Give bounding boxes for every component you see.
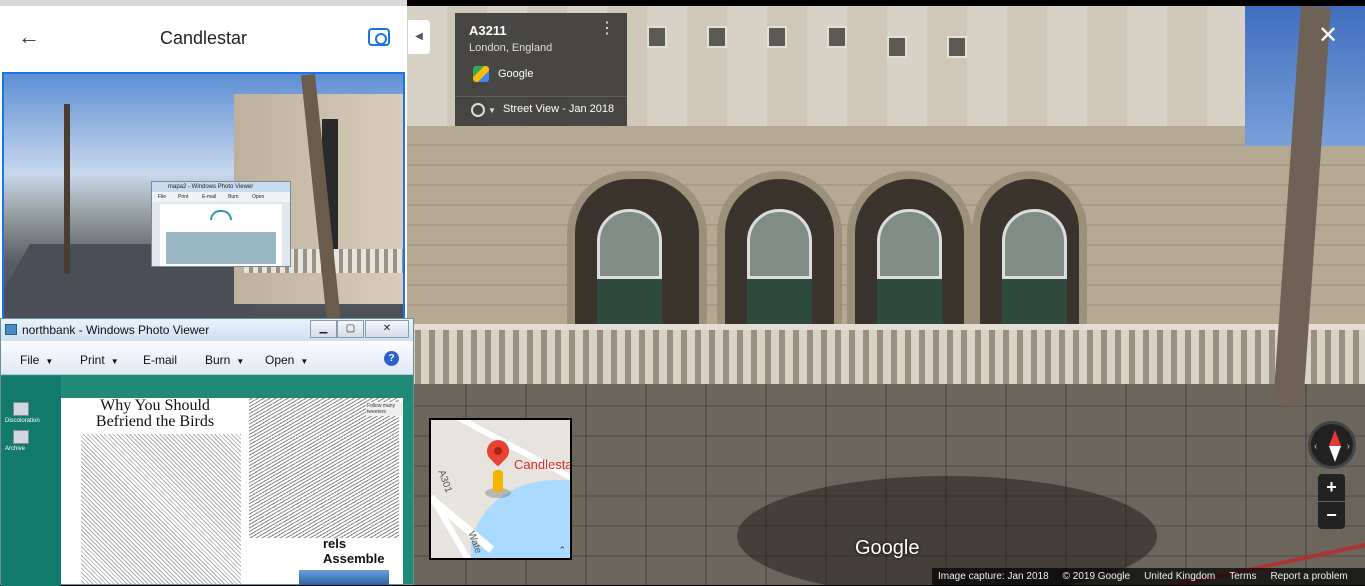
window: [647, 26, 667, 48]
image-caption: rels Assemble: [323, 536, 385, 566]
google-watermark: Google: [855, 537, 920, 559]
menu-open[interactable]: Open ▼: [265, 353, 308, 367]
image-capture-text: Image capture: Jan 2018: [938, 571, 1049, 582]
dropdown-caret-icon[interactable]: ▼: [488, 106, 496, 115]
map-image: [166, 232, 276, 264]
report-problem-link[interactable]: Report a problem: [1270, 571, 1347, 582]
image-heading: Why You Should Befriend the Birds: [95, 398, 215, 430]
map-pin-icon: [482, 435, 514, 467]
image-tag: Follow many tweeters: [366, 402, 403, 416]
nested-photo-viewer[interactable]: mapa2 - Windows Photo Viewer File Print …: [151, 181, 291, 267]
road-label: A301: [435, 468, 454, 495]
panel-title: Candlestar: [159, 28, 248, 48]
arch: [972, 171, 1087, 341]
nested-window-title: mapa2 - Windows Photo Viewer: [152, 182, 290, 192]
camera-plus-icon[interactable]: [368, 28, 390, 46]
etching-illustration: [249, 398, 399, 538]
zoom-out-button[interactable]: −: [1318, 502, 1345, 529]
photo-viewer-app-icon: [5, 324, 17, 335]
window: [947, 36, 967, 58]
location-info-card: A3211 London, England ⋮ Google ▼ Street …: [455, 13, 627, 126]
minimize-button[interactable]: ▁: [310, 320, 337, 338]
window: [827, 26, 847, 48]
collapse-panel-button[interactable]: ◀: [408, 20, 430, 54]
menu-burn[interactable]: Burn ▼: [205, 353, 244, 367]
chevron-left-icon: ◀: [415, 31, 423, 42]
desktop-icon[interactable]: [13, 402, 29, 416]
northbank-logo-icon: [210, 210, 232, 220]
capture-date[interactable]: Street View - Jan 2018: [503, 103, 614, 115]
arch: [847, 171, 972, 341]
desktop-area: Discoloration Archive: [1, 376, 61, 586]
window-title: northbank - Windows Photo Viewer: [22, 323, 210, 337]
pegman-icon[interactable]: [493, 470, 503, 492]
maximize-button[interactable]: ▢: [337, 320, 364, 338]
window: [887, 36, 907, 58]
taskbar-fragment: [299, 570, 389, 585]
menu-file[interactable]: File ▼: [20, 353, 53, 367]
copyright-text: © 2019 Google: [1062, 571, 1131, 582]
compass-icon[interactable]: ‹ ›: [1308, 421, 1356, 469]
close-button[interactable]: ✕: [365, 320, 409, 338]
help-icon[interactable]: ?: [384, 351, 399, 366]
google-maps-icon[interactable]: [473, 66, 489, 82]
nested-image: [160, 204, 282, 266]
displayed-image: Why You Should Befriend the Birds Follow…: [61, 398, 403, 584]
zoom-in-button[interactable]: +: [1318, 474, 1345, 501]
city-name: London, England: [469, 42, 553, 54]
close-icon[interactable]: ✕: [1318, 24, 1338, 48]
menu-print[interactable]: Print ▼: [80, 353, 119, 367]
place-label: Candlestar: [514, 457, 572, 472]
road-name[interactable]: A3211: [469, 23, 507, 38]
clock-icon[interactable]: [471, 103, 485, 117]
country-link[interactable]: United Kingdom: [1144, 571, 1215, 582]
balustrade: [407, 324, 1365, 384]
provider-name[interactable]: Google: [498, 68, 533, 80]
footer-bar: Image capture: Jan 2018 © 2019 Google Un…: [932, 568, 1365, 585]
window: [767, 26, 787, 48]
etching-illustration: [81, 434, 241, 584]
window-titlebar[interactable]: northbank - Windows Photo Viewer ▁ ▢ ✕: [1, 319, 413, 341]
more-options-icon[interactable]: ⋮: [599, 21, 615, 37]
menu-bar: File ▼ Print ▼ E-mail Burn ▼ Open ▼ ?: [1, 341, 413, 375]
menu-email[interactable]: E-mail: [143, 353, 177, 367]
expand-map-icon[interactable]: ⌃: [558, 545, 566, 556]
minimap[interactable]: A301 Wate Candlestar ⌃: [429, 418, 572, 560]
arch: [717, 171, 842, 341]
desktop-icon[interactable]: [13, 430, 29, 444]
photo-viewer-window[interactable]: northbank - Windows Photo Viewer ▁ ▢ ✕ F…: [0, 318, 414, 586]
place-panel: ← Candlestar: [0, 0, 407, 326]
window: [707, 26, 727, 48]
nested-menu-bar: File Print E-mail Burn Open: [152, 192, 290, 202]
terms-link[interactable]: Terms: [1229, 571, 1256, 582]
arch: [567, 171, 707, 341]
